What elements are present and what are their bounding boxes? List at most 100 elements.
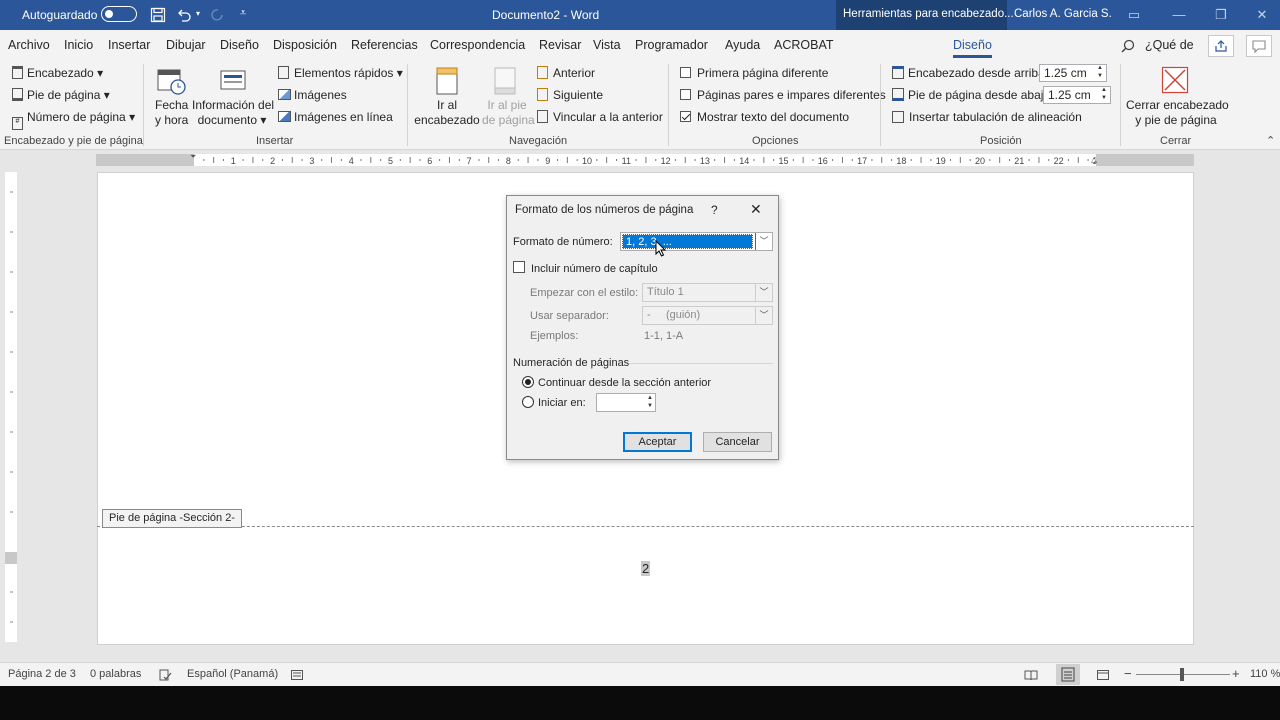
save-icon[interactable] [150,7,166,23]
cancelar-button[interactable]: Cancelar [703,432,772,452]
tab-correspondencia[interactable]: Correspondencia [430,38,525,52]
print-layout-button[interactable] [1056,664,1080,685]
tab-acrobat[interactable]: ACROBAT [774,38,834,52]
zoom-out-button[interactable]: − [1124,666,1132,681]
tab-disposicion[interactable]: Disposición [273,38,337,52]
informacion-documento-button[interactable]: Información del documento ▾ [192,98,275,128]
cerrar-encabezado-button[interactable]: Cerrar encabezado y pie de página [1126,98,1229,128]
siguiente-button[interactable]: Siguiente [537,88,603,102]
zoom-slider-thumb[interactable] [1180,668,1184,681]
ruler-label: 10 [582,156,592,166]
ruler-label: 7 [467,156,472,166]
mostrar-texto-checkbox[interactable]: Mostrar texto del documento [680,110,849,124]
iniciar-en-spinner[interactable]: ▲ ▼ [596,393,656,412]
tab-referencias[interactable]: Referencias [351,38,418,52]
ruler-label: 4 [349,156,354,166]
chevron-down-icon: ﹀ [755,307,772,324]
collapse-ribbon-icon[interactable]: ⌃ [1266,134,1275,147]
language[interactable]: Español (Panamá) [187,668,278,680]
horizontal-ruler[interactable]: 2112345678910111213141516171819202122232… [0,152,1280,168]
tab-diseno-header-tools[interactable]: Diseño [953,38,992,58]
vertical-ruler[interactable] [5,172,17,642]
restore-icon[interactable]: ❐ [1212,6,1230,24]
tab-ayuda[interactable]: Ayuda [725,38,760,52]
web-layout-icon[interactable] [1096,668,1110,682]
zoom-level[interactable]: 110 % [1250,668,1280,680]
tab-vista[interactable]: Vista [593,38,621,52]
pictures-icon [278,89,291,100]
user-name[interactable]: Carlos A. Garcia S. [1014,8,1112,20]
share-icon [1215,40,1227,52]
encabezado-desde-arriba-spinner[interactable]: 1.25 cm ▲ ▼ [1039,64,1107,82]
page-count[interactable]: Página 2 de 3 [8,668,76,680]
ir-encabezado-button[interactable]: Ir al encabezado [413,98,481,128]
customize-toolbar-icon[interactable]: ⩡ [240,7,246,20]
pie-desde-abajo-spinner[interactable]: 1.25 cm ▲ ▼ [1043,86,1111,104]
spin-arrows-icon[interactable]: ▲ ▼ [647,394,653,410]
primera-pagina-checkbox[interactable]: Primera página diferente [680,66,828,80]
share-button[interactable] [1208,35,1234,57]
chevron-down-icon[interactable]: ﹀ [755,233,772,250]
help-button[interactable]: ? [711,203,718,217]
numero-pagina-button[interactable]: # Número de página ▾ [12,110,135,130]
incluir-capitulo-checkbox[interactable]: Incluir número de capítulo [513,261,658,275]
tab-dibujar[interactable]: Dibujar [166,38,206,52]
word-count[interactable]: 0 palabras [90,668,141,680]
aceptar-button[interactable]: Aceptar [623,432,692,452]
pares-checkbox-box [680,89,691,100]
document-info-icon [220,70,246,90]
pares-impares-checkbox[interactable]: Páginas pares e impares diferentes [680,88,886,102]
read-mode-icon[interactable] [1024,668,1038,682]
undo-dropdown-icon[interactable]: ▾ [196,9,200,18]
undo-icon[interactable] [176,7,192,23]
tab-diseno[interactable]: Diseño [220,38,259,52]
pie-pagina-button[interactable]: Pie de página ▾ [12,88,110,102]
search-icon[interactable] [1121,39,1135,53]
formato-numero-select[interactable]: 1, 2, 3, ... ﹀ [620,232,773,251]
imagenes-linea-button[interactable]: Imágenes en línea [278,110,393,124]
ruler-ticks: 2112345678910111213141516171819202122232… [113,156,1187,166]
date-time-icon [157,69,186,95]
close-window-icon[interactable]: ✕ [1253,6,1271,24]
online-pictures-icon [278,111,291,122]
right-indent-marker-icon[interactable]: △ [1091,155,1097,164]
insertar-tabulacion-button[interactable]: Insertar tabulación de alineación [892,110,1082,124]
tab-programador[interactable]: Programador [635,38,708,52]
anterior-button[interactable]: Anterior [537,66,595,80]
imagenes-button[interactable]: Imágenes [278,88,347,102]
ribbon-display-icon[interactable]: ▭ [1125,6,1143,24]
header-icon [12,66,23,79]
continuar-radio[interactable]: Continuar desde la sección anterior [522,376,711,389]
tab-insertar[interactable]: Insertar [108,38,150,52]
indent-marker-icon[interactable]: ⏷ [190,152,196,162]
proofing-icon[interactable] [158,668,172,682]
spin-down-icon[interactable]: ▼ [1097,73,1103,79]
accessibility-icon[interactable] [290,668,304,682]
tab-inicio[interactable]: Inicio [64,38,93,52]
spin-up-icon[interactable]: ▲ [1097,65,1103,71]
iniciar-radio[interactable]: Iniciar en: [522,396,586,409]
mostrar-checkbox-box [680,111,691,122]
minimize-icon[interactable]: — [1170,6,1188,24]
encabezado-button[interactable]: Encabezado ▾ [12,66,103,80]
info-label-1: Información del [192,98,275,112]
footer-page-number[interactable]: 2 [641,561,651,576]
fecha-hora-button[interactable]: Fecha y hora [155,98,188,128]
autosave-toggle[interactable] [101,6,137,22]
dialog-close-icon[interactable]: ✕ [750,201,762,218]
tab-archivo[interactable]: Archivo [8,38,50,52]
tell-me-search[interactable]: ¿Qué de [1145,38,1194,52]
imagenes-linea-label: Imágenes en línea [294,110,393,124]
elementos-rapidos-button[interactable]: Elementos rápidos ▾ [278,66,403,80]
zoom-in-button[interactable]: + [1232,666,1240,681]
spin-down-icon[interactable]: ▼ [1101,95,1107,101]
footer-boundary [97,526,1194,527]
comment-icon [1252,40,1266,54]
ruler-label: 14 [739,156,749,166]
spin-up-icon[interactable]: ▲ [1101,87,1107,93]
vincular-anterior-button[interactable]: Vincular a la anterior [537,110,663,124]
comments-button[interactable] [1246,35,1272,57]
mouse-cursor-icon [655,240,667,257]
dialog-title: Formato de los números de página [515,204,694,216]
tab-revisar[interactable]: Revisar [539,38,581,52]
